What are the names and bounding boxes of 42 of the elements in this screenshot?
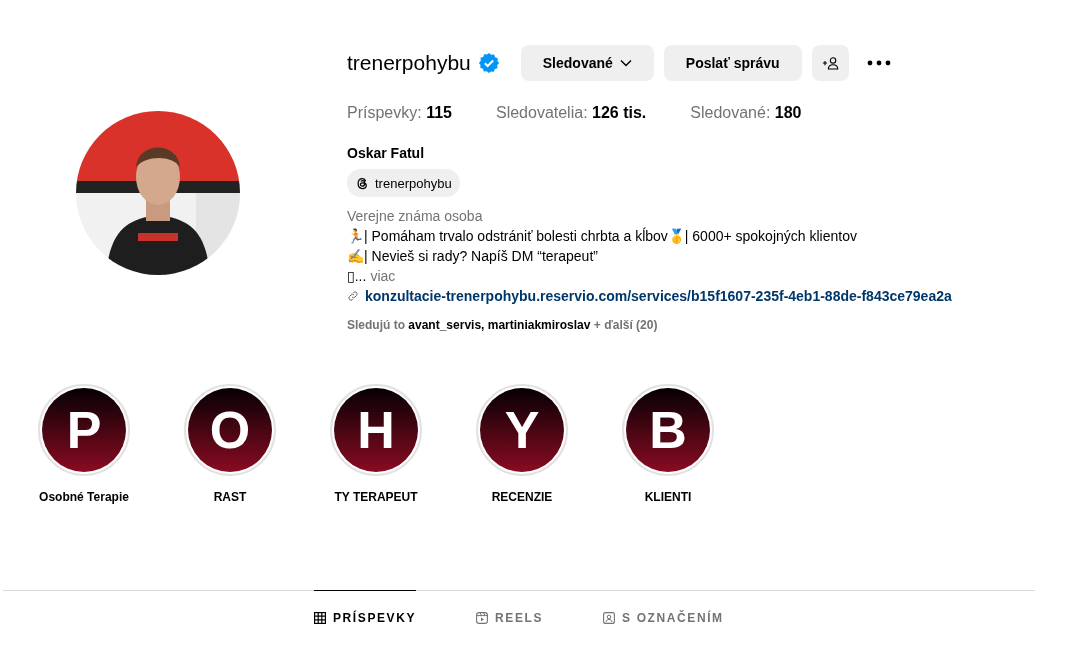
link-icon bbox=[347, 290, 359, 302]
profile-tab[interactable]: PRÍSPEVKY bbox=[314, 590, 417, 644]
caret-icon bbox=[619, 59, 632, 67]
website-link[interactable]: konzultacie-trenerpohybu.reservio.com/services/b15f1607-235f-4eb1-88de-f843ce79ea2a bbox=[365, 286, 952, 306]
add-person-button[interactable] bbox=[811, 45, 849, 81]
story-highlight[interactable]: Y RECENZIE bbox=[460, 384, 584, 504]
tagged-icon bbox=[603, 611, 616, 624]
profile-stat[interactable]: Sledovatelia: 126 tis. bbox=[495, 104, 647, 122]
threads-icon bbox=[355, 175, 370, 191]
highlight-label: RAST bbox=[213, 490, 247, 504]
highlight-label: Osobné Terapie bbox=[39, 490, 129, 504]
profile-tab[interactable]: REELS bbox=[476, 590, 544, 644]
bio-line: 🏃| Pomáham trvalo odstrániť bolesti chrbta a kĺbov🥇| 6000+ spokojných klientov bbox=[347, 226, 858, 246]
profile-stat[interactable]: Príspevky: 115 bbox=[347, 104, 452, 122]
story-highlight[interactable]: H TY TERAPEUT bbox=[314, 384, 438, 504]
bio-line: ✍| Nevieš si rady? Napíš DM “terapeut” bbox=[347, 247, 599, 266]
highlight-label: RECENZIE bbox=[491, 490, 553, 504]
message-button[interactable]: Poslať správu bbox=[663, 45, 802, 81]
full-name: Oskar Fatul bbox=[347, 145, 426, 161]
username: trenerpohybu bbox=[347, 51, 471, 75]
profile-stat[interactable]: Sledované: 180 bbox=[690, 104, 802, 122]
story-highlight[interactable]: B KLIENTI bbox=[606, 384, 730, 504]
more-link[interactable]: viac bbox=[370, 266, 396, 286]
highlight-label: KLIENTI bbox=[644, 490, 692, 504]
threads-badge[interactable]: trenerpohybu bbox=[347, 169, 460, 197]
grid-icon bbox=[314, 611, 326, 624]
story-highlight[interactable]: P Osobné Terapie bbox=[22, 384, 146, 504]
reels-icon bbox=[476, 611, 489, 624]
more-icon bbox=[866, 60, 891, 66]
cover-letter: H bbox=[357, 400, 395, 460]
bio-truncated: ▯... bbox=[347, 267, 367, 286]
cover-letter: Y bbox=[504, 400, 540, 460]
cover-letter: O bbox=[209, 400, 251, 460]
add-person-icon bbox=[821, 56, 839, 70]
following-button[interactable]: Sledované bbox=[520, 45, 654, 81]
cover-letter: P bbox=[66, 400, 102, 460]
highlight-label: TY TERAPEUT bbox=[334, 490, 418, 504]
followed-by-text[interactable]: Sledujú to avant_servis, martiniakmiroslav + ďalší (20) bbox=[347, 318, 952, 332]
category-label: Verejne známa osoba bbox=[347, 207, 484, 226]
profile-tab[interactable]: S OZNAČENÍM bbox=[603, 590, 724, 644]
cover-letter: B bbox=[649, 400, 687, 460]
story-highlight[interactable]: O RAST bbox=[168, 384, 292, 504]
